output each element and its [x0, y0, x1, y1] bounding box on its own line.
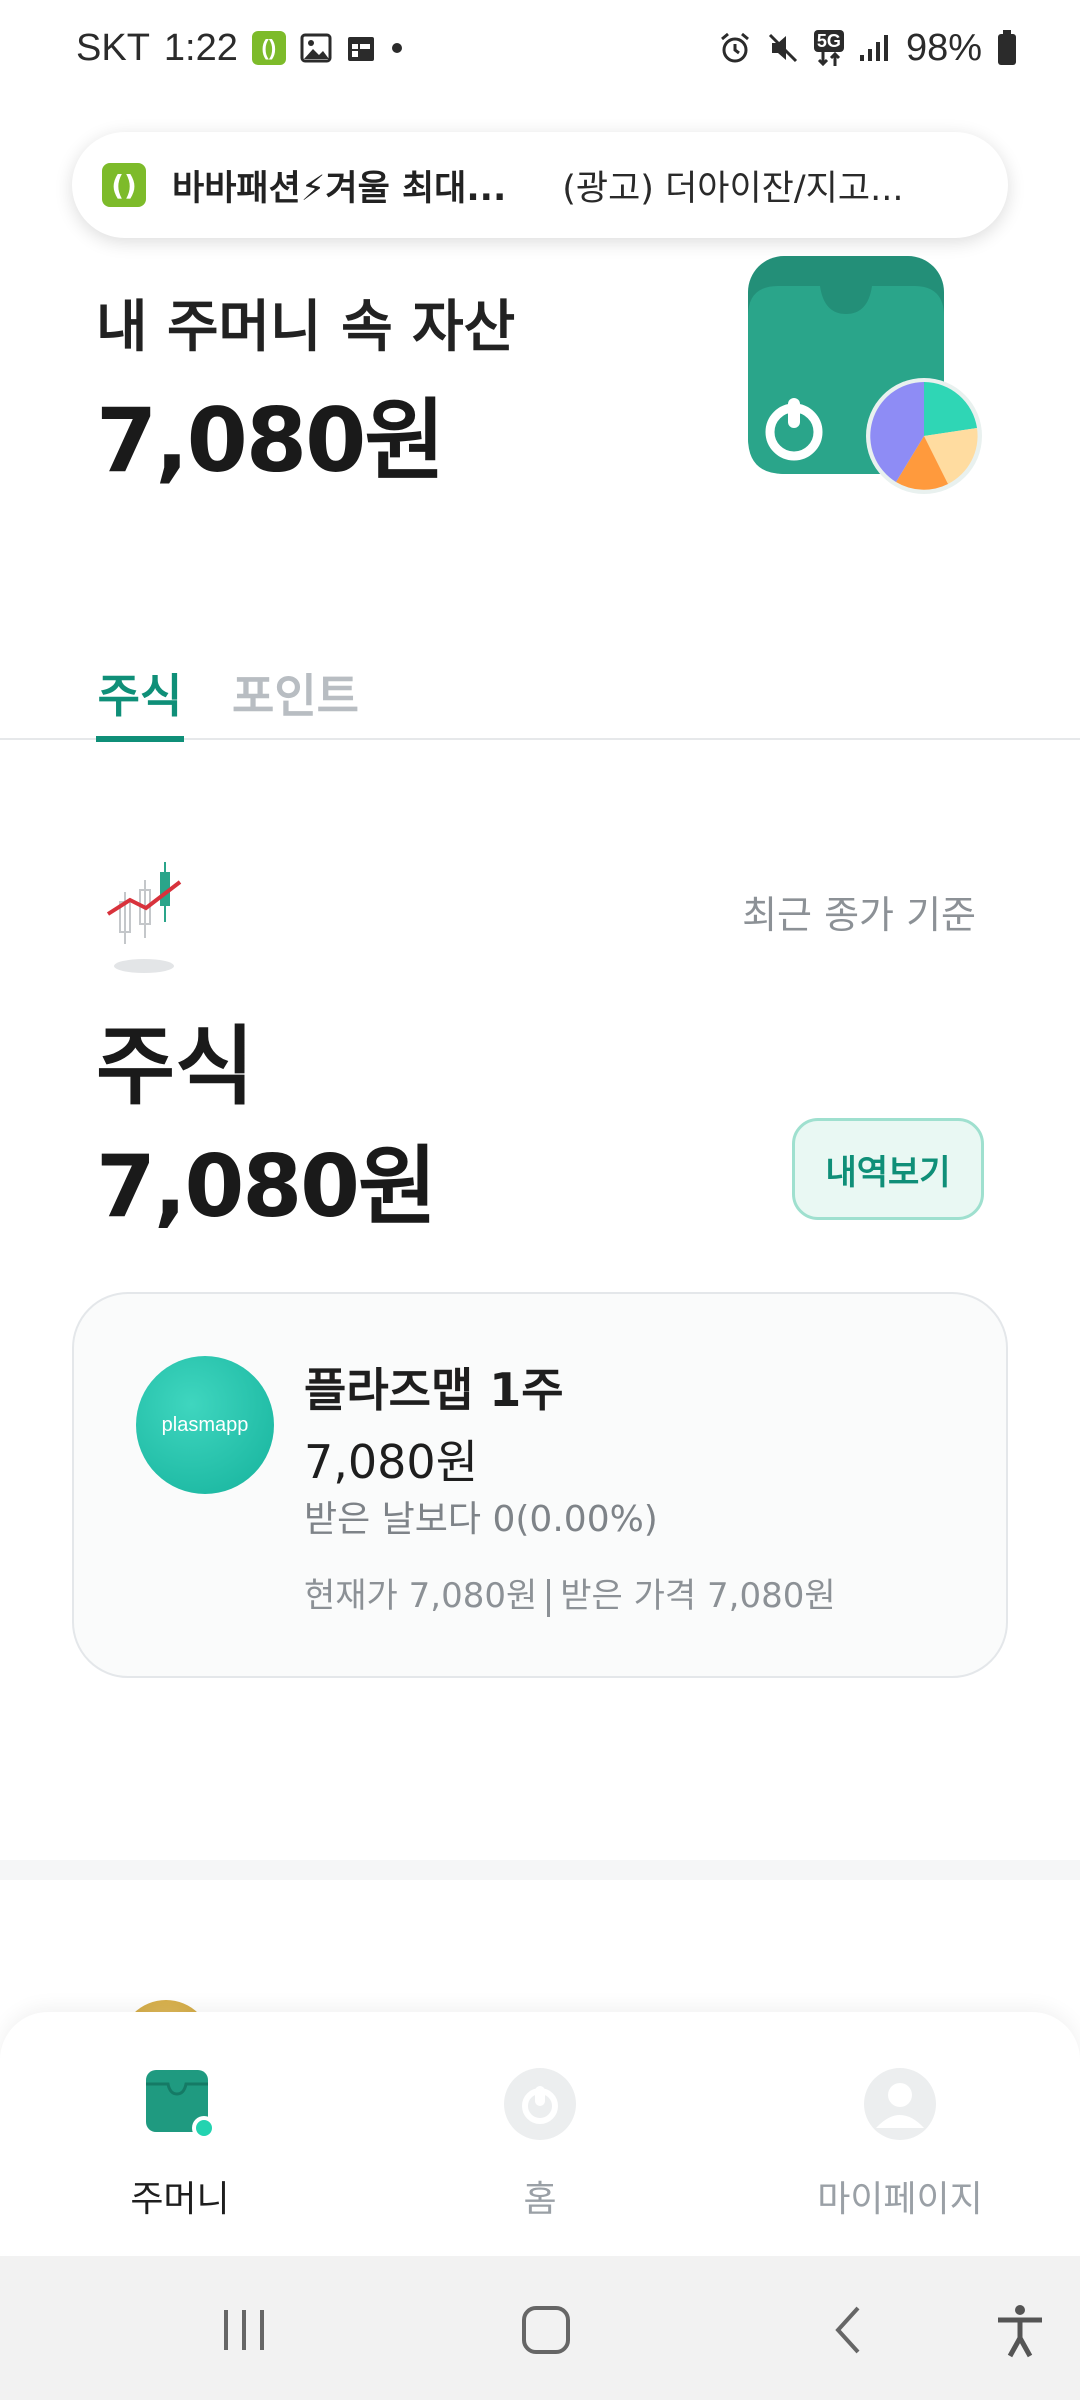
nav-label-mypage: 마이페이지: [817, 2179, 983, 2220]
status-right: 5G 98%: [718, 27, 1018, 70]
accessibility-icon[interactable]: [990, 2300, 1050, 2360]
mute-icon: [766, 31, 800, 65]
profile-icon: [860, 2064, 940, 2144]
holding-card[interactable]: plasmapp 플라즈맵 1주 7,080원 받은 날보다 0(0.00%) …: [72, 1292, 1008, 1678]
battery-icon: [996, 30, 1018, 66]
asset-title: 내 주머니 속 자산: [96, 295, 516, 360]
received-price: 받은 가격 7,080원: [560, 1576, 836, 1616]
holding-price-detail: 현재가 7,080원 받은 가격 7,080원: [304, 1568, 836, 1617]
battery-percent: 98%: [905, 26, 982, 69]
clock: 1:22: [163, 26, 238, 69]
detail-separator: [547, 1578, 551, 1617]
ad-headline: 바바패션⚡겨울 최대...: [172, 168, 507, 209]
signal-icon: [858, 33, 892, 63]
wallet-icon: [140, 2064, 220, 2144]
ad-app-logo-icon: (): [102, 163, 146, 207]
stock-total-amount: 7,080원: [96, 1137, 437, 1237]
view-history-button[interactable]: 내역보기: [792, 1118, 984, 1220]
wallet-pie-illustration-icon: [748, 256, 988, 496]
ad-banner[interactable]: () 바바패션⚡겨울 최대... (광고) 더아이잔/지고...: [72, 132, 1008, 238]
candlestick-chart-icon: [100, 862, 190, 980]
system-home-icon[interactable]: [516, 2300, 576, 2360]
network-type-label: 5G: [813, 30, 844, 52]
holding-value: 7,080원: [304, 1435, 479, 1489]
nav-label-home: 홈: [523, 2179, 557, 2220]
home-power-icon: [500, 2064, 580, 2144]
price-basis-label: 최근 종가 기준: [742, 893, 976, 937]
image-notification-icon: [300, 33, 332, 63]
calendar-notification-icon: [346, 33, 376, 63]
system-nav-bar: [0, 2256, 1080, 2400]
tab-point[interactable]: 포인트: [232, 660, 359, 740]
carrier-label: SKT: [76, 26, 150, 69]
stock-section-title: 주식: [96, 1017, 255, 1117]
holding-logo-text: plasmapp: [161, 1413, 249, 1436]
alarm-icon: [718, 31, 752, 65]
asset-total-amount: 7,080원: [96, 389, 445, 492]
section-divider: [0, 1860, 1080, 1880]
network-5g-icon: 5G: [813, 30, 844, 66]
status-left: SKT 1:22 (): [76, 27, 404, 70]
nav-item-mypage[interactable]: 마이페이지: [750, 2012, 1050, 2256]
more-notifications-dot-icon: [390, 41, 404, 55]
nav-label-wallet: 주머니: [130, 2179, 230, 2220]
nav-item-wallet[interactable]: 주머니: [30, 2012, 330, 2256]
plasmapp-logo: plasmapp: [136, 1356, 274, 1494]
holding-name: 플라즈맵 1주: [304, 1363, 564, 1417]
ad-subtext: (광고) 더아이잔/지고...: [562, 168, 904, 209]
tab-stock[interactable]: 주식: [96, 660, 184, 742]
asset-tabs: 주식 포인트: [0, 660, 1080, 742]
current-price: 현재가 7,080원: [304, 1576, 538, 1616]
holding-change: 받은 날보다 0(0.00%): [304, 1499, 658, 1540]
bottom-nav: 주머니 홈 마이페이지: [0, 2012, 1080, 2256]
app-notification-icon: (): [251, 31, 286, 65]
screen: SKT 1:22 () 5G 98% () 바바패션⚡겨울 최대... (광고)…: [0, 0, 1080, 2400]
recent-apps-icon[interactable]: [214, 2300, 274, 2360]
nav-item-home[interactable]: 홈: [390, 2012, 690, 2256]
status-bar: SKT 1:22 () 5G 98%: [0, 0, 1080, 96]
back-icon[interactable]: [820, 2300, 880, 2360]
